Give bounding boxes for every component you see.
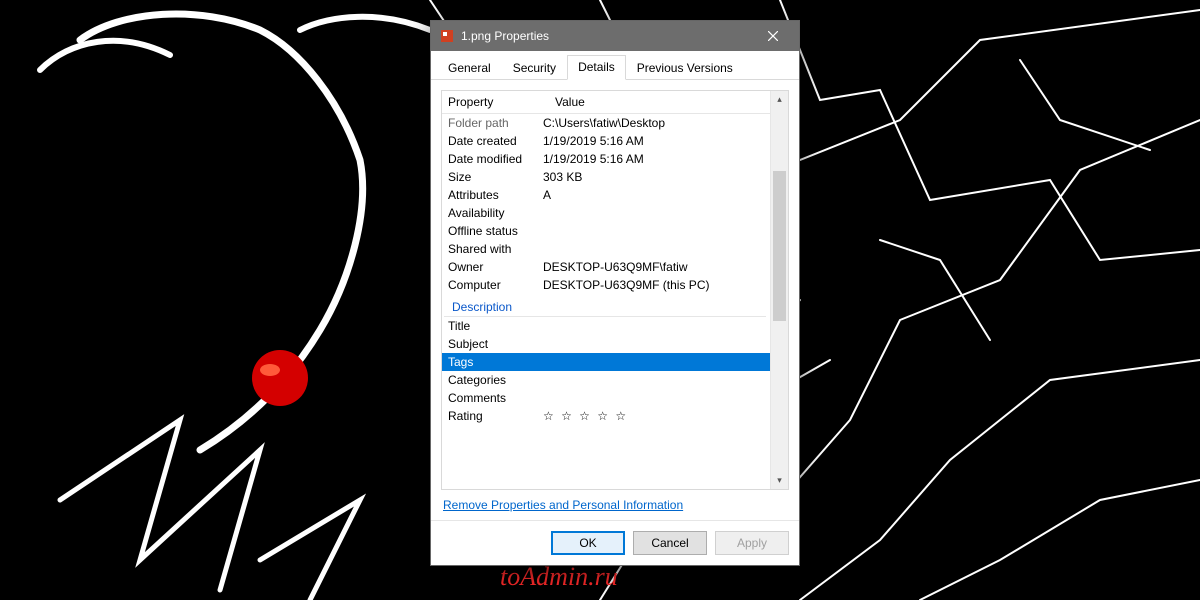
tab-previous-versions[interactable]: Previous Versions [626,56,744,80]
properties-list[interactable]: Property Value Folder pathC:\Users\fatiw… [441,90,789,490]
file-icon [439,28,455,44]
property-value [543,240,764,258]
tab-security[interactable]: Security [502,56,567,80]
desktop: toAdmin.ru 1.png Properties General Secu… [0,0,1200,600]
property-row[interactable]: OwnerDESKTOP-U63Q9MF\fatiw [442,258,770,276]
dialog-button-row: OK Cancel Apply [431,520,799,565]
property-row[interactable]: Title [442,317,770,335]
property-name: Owner [448,258,543,276]
property-name: Title [448,317,543,335]
property-row[interactable]: Rating☆ ☆ ☆ ☆ ☆ [442,407,770,425]
ok-button[interactable]: OK [551,531,625,555]
property-value [543,317,764,335]
col-property[interactable]: Property [442,91,549,113]
list-header: Property Value [442,91,770,114]
close-button[interactable] [751,21,795,51]
scroll-up-icon[interactable]: ▴ [771,91,788,108]
property-name: Date modified [448,150,543,168]
property-name: Comments [448,389,543,407]
property-value: 303 KB [543,168,764,186]
property-name: Folder path [448,114,543,132]
property-name: Offline status [448,222,543,240]
property-name: Rating [448,407,543,425]
dialog-title: 1.png Properties [461,29,751,43]
property-value: C:\Users\fatiw\Desktop [543,114,764,132]
tab-general[interactable]: General [437,56,502,80]
property-name: Categories [448,371,543,389]
property-name: Size [448,168,543,186]
property-name: Date created [448,132,543,150]
property-row[interactable]: Tags [442,353,770,371]
property-row[interactable]: Subject [442,335,770,353]
property-value [543,204,764,222]
property-name: Shared with [448,240,543,258]
section-description: Description [444,296,766,317]
property-row[interactable]: Categories [442,371,770,389]
property-row[interactable]: Offline status [442,222,770,240]
property-row[interactable]: Size303 KB [442,168,770,186]
property-value: DESKTOP-U63Q9MF\fatiw [543,258,764,276]
property-value [543,371,764,389]
remove-properties-link[interactable]: Remove Properties and Personal Informati… [443,498,683,512]
property-row[interactable]: Folder pathC:\Users\fatiw\Desktop [442,114,770,132]
scroll-thumb[interactable] [773,171,786,321]
property-name: Tags [448,353,543,371]
property-row[interactable]: Date created1/19/2019 5:16 AM [442,132,770,150]
property-name: Availability [448,204,543,222]
property-value: DESKTOP-U63Q9MF (this PC) [543,276,764,294]
property-value [543,389,764,407]
property-value [543,353,764,371]
titlebar[interactable]: 1.png Properties [431,21,799,51]
property-row[interactable]: Availability [442,204,770,222]
property-value [543,335,764,353]
property-row[interactable]: Comments [442,389,770,407]
tab-strip: General Security Details Previous Versio… [431,51,799,80]
property-value: 1/19/2019 5:16 AM [543,132,764,150]
close-icon [768,31,778,41]
scrollbar-vertical[interactable]: ▴ ▾ [770,91,788,489]
tab-details[interactable]: Details [567,55,626,80]
properties-dialog: 1.png Properties General Security Detail… [430,20,800,566]
apply-button[interactable]: Apply [715,531,789,555]
tab-panel-details: Property Value Folder pathC:\Users\fatiw… [431,80,799,520]
property-value: A [543,186,764,204]
property-row[interactable]: Shared with [442,240,770,258]
property-value [543,222,764,240]
property-row[interactable]: Date modified1/19/2019 5:16 AM [442,150,770,168]
property-row[interactable]: ComputerDESKTOP-U63Q9MF (this PC) [442,276,770,294]
property-value: ☆ ☆ ☆ ☆ ☆ [543,407,764,425]
property-name: Attributes [448,186,543,204]
property-row[interactable]: AttributesA [442,186,770,204]
scroll-down-icon[interactable]: ▾ [771,472,788,489]
col-value[interactable]: Value [549,91,770,113]
property-name: Computer [448,276,543,294]
property-value: 1/19/2019 5:16 AM [543,150,764,168]
cancel-button[interactable]: Cancel [633,531,707,555]
property-name: Subject [448,335,543,353]
